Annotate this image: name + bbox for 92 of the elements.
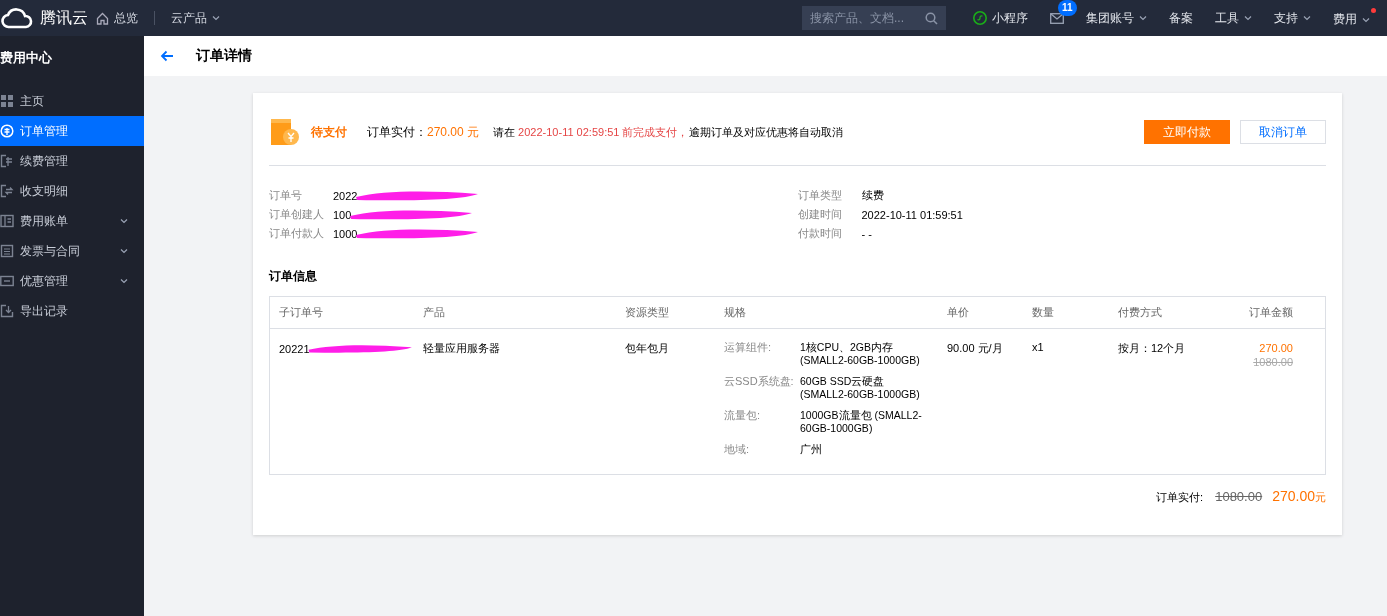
total-amount: 270.00: [1272, 488, 1315, 504]
document-icon: [0, 154, 14, 168]
sidebar-item[interactable]: 主页: [0, 86, 144, 116]
table-cell: 20221: [279, 343, 310, 355]
column-header: 资源类型: [624, 305, 670, 320]
field-value: 2022-10-11 01:59:51: [861, 208, 963, 221]
payment-bag-icon: [269, 117, 301, 147]
mini-program-icon: [973, 11, 987, 25]
field-label: 创建时间: [797, 207, 843, 222]
chevron-icon: [120, 248, 128, 254]
page-title: 订单详情: [196, 47, 252, 65]
nav-link[interactable]: 备案: [1169, 9, 1193, 27]
original-price: 1080.00: [1252, 355, 1293, 369]
grid-icon: [0, 94, 14, 108]
sidebar-item[interactable]: 费用账单: [0, 206, 144, 236]
spec-label: 流量包:: [724, 409, 762, 423]
home-icon: [96, 11, 109, 25]
section-title: 订单信息: [269, 268, 318, 285]
nav-link[interactable]: 云产品: [171, 9, 236, 27]
column-header: 数量: [1031, 305, 1055, 320]
caret-icon: [1244, 15, 1252, 21]
spec-value: 60GB SSD云硬盘 (SMALL2-60GB-1000GB): [800, 375, 921, 401]
nav-link[interactable]: 费用: [1333, 8, 1376, 28]
amount-label: 订单实付：: [367, 123, 427, 141]
export-icon: [0, 304, 14, 318]
table-cell-text: 包年包月: [624, 341, 670, 356]
field-label: 订单创建人: [269, 207, 325, 222]
brand-name: 腾讯云: [40, 7, 88, 28]
price: 270.00: [1258, 341, 1293, 355]
nav-link[interactable]: 总览: [96, 9, 154, 27]
total-label: 订单实付:: [1156, 490, 1204, 505]
field-value: 续费: [861, 188, 884, 203]
nav-link[interactable]: 集团账号: [1086, 9, 1147, 27]
back-arrow-icon: [160, 50, 174, 62]
sidebar-item[interactable]: 导出记录: [0, 296, 144, 326]
table-cell-text: 按月：12个月: [1117, 341, 1187, 356]
ticket-icon: [0, 274, 14, 288]
field-value: 1000: [333, 227, 358, 240]
cancel-order-button[interactable]: 取消订单: [1240, 120, 1326, 144]
field-label: 订单号: [269, 188, 303, 203]
nav-link[interactable]: 工具: [1215, 9, 1252, 27]
sidebar-title: 费用中心: [0, 49, 53, 67]
sidebar-item[interactable]: 收支明细: [0, 176, 144, 206]
payment-deadline-message: 请在 2022-10-11 02:59:51 前完成支付，逾期订单及对应优惠将自动取消: [493, 124, 843, 140]
spec-value: 1000GB流量包 (SMALL2-60GB-1000GB): [800, 409, 923, 435]
original-total: 1080.00: [1215, 489, 1263, 504]
spec-label: 地域:: [724, 443, 751, 456]
field-label: 订单付款人: [269, 226, 325, 241]
cloud-logo-icon: [0, 7, 34, 29]
mail-button[interactable]: [1050, 12, 1064, 24]
nav-link[interactable]: 小程序: [973, 9, 1028, 27]
column-header: 产品: [422, 305, 446, 320]
amount-value: 270.00 元: [427, 123, 480, 141]
coin-icon: [0, 124, 14, 138]
spec-label: 云SSD系统盘:: [724, 375, 795, 389]
search-icon: [925, 12, 938, 25]
column-header: 单价: [946, 305, 970, 320]
spec-label: 运算组件:: [724, 341, 773, 355]
chevron-icon: [120, 218, 128, 224]
caret-icon: [212, 15, 220, 21]
table-cell-text: 90.00 元/月: [946, 341, 1004, 356]
column-header: 规格: [723, 305, 747, 320]
spec-value: 广州: [800, 443, 823, 456]
table-cell-text: 轻量应用服务器: [422, 341, 501, 356]
count-badge: 11: [1058, 0, 1077, 16]
sidebar-item[interactable]: 订单管理: [0, 116, 144, 146]
column-header: 订单金额: [1248, 305, 1294, 320]
field-label: 订单类型: [797, 188, 843, 203]
sidebar-item[interactable]: 发票与合同: [0, 236, 144, 266]
spec-value: 1核CPU、2GB内存 (SMALL2-60GB-1000GB): [800, 341, 921, 367]
sidebar-item[interactable]: 续费管理: [0, 146, 144, 176]
field-value: 100: [333, 208, 352, 221]
chevron-icon: [120, 278, 128, 284]
document-icon: [0, 244, 14, 258]
search-field[interactable]: 搜索产品、文档...: [802, 6, 946, 30]
field-value: - -: [861, 227, 872, 240]
status-label: 待支付: [311, 123, 347, 141]
column-header: 子订单号: [278, 305, 324, 320]
nav-link[interactable]: 支持: [1274, 9, 1311, 27]
column-header: 付费方式: [1117, 305, 1163, 320]
currency-unit: 元: [1315, 490, 1326, 505]
caret-icon: [1139, 15, 1147, 21]
sidebar-item[interactable]: 优惠管理: [0, 266, 144, 296]
field-label: 付款时间: [797, 226, 843, 241]
caret-icon: [1303, 15, 1311, 21]
field-value: 2022: [333, 189, 358, 202]
transfer-icon: [0, 184, 14, 198]
ledger-icon: [0, 214, 14, 228]
caret-icon: [1362, 16, 1370, 23]
mail-icon: [1050, 12, 1064, 24]
notification-dot: [1371, 8, 1376, 13]
table-cell-text: x1: [1031, 340, 1045, 355]
